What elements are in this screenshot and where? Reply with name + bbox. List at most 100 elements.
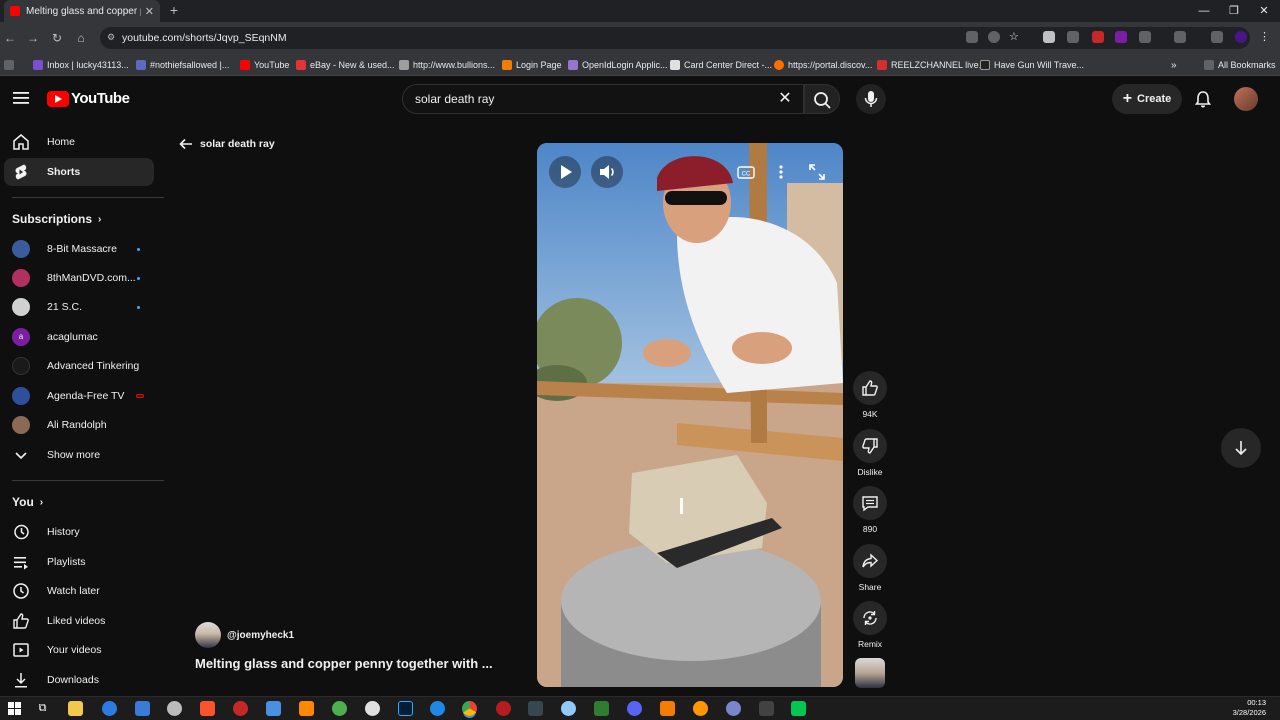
new-tab-button[interactable]: + bbox=[166, 2, 182, 18]
task-view-icon[interactable]: ⧉ bbox=[35, 701, 50, 716]
browser-tab[interactable]: Melting glass and copper penn ✕ bbox=[4, 0, 160, 22]
media-icon[interactable] bbox=[1211, 31, 1223, 43]
app-icon[interactable] bbox=[791, 701, 806, 716]
app-icon[interactable] bbox=[102, 701, 117, 716]
voice-search-button[interactable] bbox=[856, 84, 886, 114]
site-info-icon[interactable]: ⚙ bbox=[107, 32, 115, 43]
share-action[interactable]: Share bbox=[852, 544, 888, 592]
subscription-item[interactable]: Ali Randolph bbox=[4, 411, 154, 439]
app-icon[interactable] bbox=[561, 701, 576, 716]
photoshop-icon[interactable] bbox=[398, 701, 413, 716]
sidebar-item-liked-videos[interactable]: Liked videos bbox=[4, 607, 154, 635]
user-avatar[interactable] bbox=[1234, 87, 1258, 111]
youtube-logo[interactable]: YouTube bbox=[47, 90, 130, 107]
sidebar-item-playlists[interactable]: Playlists bbox=[4, 548, 154, 576]
app-icon[interactable] bbox=[528, 701, 543, 716]
forward-icon[interactable]: → bbox=[25, 30, 41, 46]
back-to-search-button[interactable]: solar death ray bbox=[178, 135, 275, 153]
volume-button[interactable] bbox=[591, 156, 623, 188]
back-icon[interactable]: ← bbox=[2, 30, 18, 46]
channel-info[interactable]: @joemyheck1 bbox=[195, 622, 294, 648]
maximize-icon[interactable]: ❐ bbox=[1226, 3, 1242, 19]
clear-search-icon[interactable]: ✕ bbox=[776, 90, 794, 108]
bookmark-item[interactable]: YouTube bbox=[240, 57, 289, 73]
hamburger-menu-icon[interactable] bbox=[12, 90, 30, 106]
app-icon[interactable] bbox=[759, 701, 774, 716]
notifications-bell-icon[interactable] bbox=[1193, 89, 1213, 109]
sidebar-item-home[interactable]: Home bbox=[4, 128, 154, 156]
home-button-icon[interactable]: ⌂ bbox=[73, 30, 89, 46]
search-input[interactable]: solar death ray bbox=[402, 84, 804, 114]
app-icon[interactable] bbox=[726, 701, 741, 716]
close-window-icon[interactable]: ✕ bbox=[1256, 3, 1272, 19]
app-icon[interactable] bbox=[693, 701, 708, 716]
sidebar-item-downloads[interactable]: Downloads bbox=[4, 666, 154, 694]
more-bookmarks-icon[interactable]: » bbox=[1171, 57, 1177, 73]
discord-icon[interactable] bbox=[627, 701, 642, 716]
audio-source-thumbnail[interactable] bbox=[855, 658, 885, 688]
channel-handle[interactable]: @joemyheck1 bbox=[227, 630, 294, 641]
app-icon[interactable] bbox=[135, 701, 150, 716]
search-button[interactable] bbox=[804, 84, 840, 114]
all-bookmarks-button[interactable]: All Bookmarks bbox=[1204, 57, 1276, 73]
captions-button[interactable]: CC bbox=[730, 156, 762, 188]
system-clock[interactable]: 00:13 3/28/2026 bbox=[1233, 698, 1266, 718]
dislike-button[interactable] bbox=[853, 429, 887, 463]
bookmark-item[interactable]: #nothiefsallowed |... bbox=[136, 57, 229, 73]
app-icon[interactable] bbox=[266, 701, 281, 716]
bookmark-item[interactable]: http://www.bullions... bbox=[399, 57, 495, 73]
app-icon[interactable] bbox=[496, 701, 511, 716]
extension-icon[interactable] bbox=[1092, 31, 1104, 43]
subscription-item[interactable]: 8-Bit Massacre bbox=[4, 235, 154, 263]
show-more-button[interactable]: Show more bbox=[4, 441, 154, 469]
channel-avatar[interactable] bbox=[195, 622, 221, 648]
remix-button[interactable] bbox=[853, 601, 887, 635]
minimize-icon[interactable]: — bbox=[1196, 3, 1212, 19]
subscription-item[interactable]: a acaglumac bbox=[4, 323, 154, 351]
more-options-button[interactable] bbox=[765, 156, 797, 188]
profile-extension-icon[interactable] bbox=[1115, 31, 1127, 43]
comments-button[interactable] bbox=[853, 486, 887, 520]
shorts-video-player[interactable]: CC bbox=[537, 143, 843, 687]
brave-browser-icon[interactable] bbox=[200, 701, 215, 716]
bookmark-item[interactable]: Inbox | lucky43113... bbox=[33, 57, 129, 73]
start-icon[interactable] bbox=[7, 701, 22, 716]
sidebar-item-your-videos[interactable]: Your videos bbox=[4, 636, 154, 664]
sidebar-item-history[interactable]: History bbox=[4, 518, 154, 546]
bookmark-item[interactable]: eBay - New & used... bbox=[296, 57, 395, 73]
bookmark-item[interactable]: Have Gun Will Trave... bbox=[980, 57, 1084, 73]
install-app-icon[interactable] bbox=[966, 31, 978, 43]
dislike-action[interactable]: Dislike bbox=[852, 429, 888, 477]
extension-icon[interactable] bbox=[1067, 31, 1079, 43]
browser-menu-icon[interactable]: ⋮ bbox=[1259, 31, 1271, 43]
bookmark-item[interactable]: Card Center Direct -... bbox=[670, 57, 772, 73]
vlc-icon[interactable] bbox=[299, 701, 314, 716]
app-icon[interactable] bbox=[430, 701, 445, 716]
app-icon[interactable] bbox=[594, 701, 609, 716]
extensions-puzzle-icon[interactable] bbox=[1139, 31, 1151, 43]
app-icon[interactable] bbox=[660, 701, 675, 716]
bookmark-item[interactable]: Login Page bbox=[502, 57, 562, 73]
profile-icon[interactable] bbox=[1235, 31, 1247, 43]
sidebar-item-shorts[interactable]: Shorts bbox=[4, 158, 154, 186]
remix-action[interactable]: Remix bbox=[852, 601, 888, 649]
app-icon[interactable] bbox=[167, 701, 182, 716]
like-button[interactable] bbox=[853, 371, 887, 405]
apps-grid-icon[interactable] bbox=[4, 57, 14, 73]
sidebar-item-watch-later[interactable]: Watch later bbox=[4, 577, 154, 605]
subscriptions-heading[interactable]: Subscriptions › bbox=[12, 212, 101, 226]
like-action[interactable]: 94K bbox=[852, 371, 888, 419]
side-panel-icon[interactable] bbox=[1174, 31, 1186, 43]
bookmark-item[interactable]: https://portal.discov... bbox=[774, 57, 872, 73]
bookmark-star-icon[interactable]: ☆ bbox=[1009, 31, 1021, 43]
reload-icon[interactable]: ↻ bbox=[49, 30, 65, 46]
you-heading[interactable]: You › bbox=[12, 495, 43, 509]
next-short-button[interactable] bbox=[1221, 428, 1261, 468]
subscription-item[interactable]: 21 S.C. bbox=[4, 293, 154, 321]
bookmark-item[interactable]: OpenIdLogin Applic... bbox=[568, 57, 668, 73]
subscription-item[interactable]: Agenda-Free TV bbox=[4, 382, 154, 410]
fullscreen-button[interactable] bbox=[801, 156, 833, 188]
bookmark-item[interactable]: REELZCHANNEL live... bbox=[877, 57, 986, 73]
comments-action[interactable]: 890 bbox=[852, 486, 888, 534]
subscription-item[interactable]: Advanced Tinkering bbox=[4, 352, 154, 380]
